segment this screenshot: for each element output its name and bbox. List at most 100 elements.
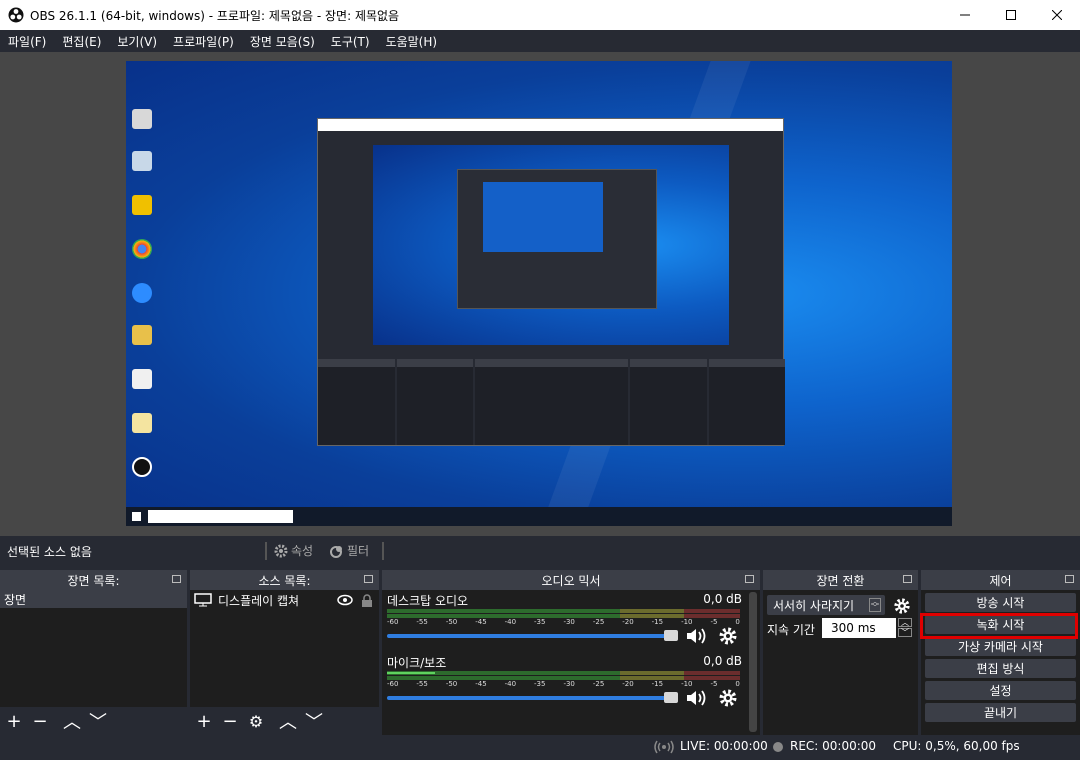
source-item[interactable]: 디스플레이 캡쳐 xyxy=(190,590,379,610)
source-item-label: 디스플레이 캡쳐 xyxy=(218,593,300,608)
start-virtual-camera-button[interactable]: 가상 카메라 시작 xyxy=(925,637,1076,656)
sources-title: 소스 목록: xyxy=(258,573,311,588)
desktop-icon xyxy=(132,109,152,129)
volume-slider[interactable] xyxy=(387,634,672,638)
window-title: OBS 26.1.1 (64-bit, windows) - 프로파일: 제목없… xyxy=(30,8,400,23)
transitions-header: 장면 전환 xyxy=(763,570,918,590)
scale-tick: -45 xyxy=(475,618,487,626)
scale-tick: -30 xyxy=(563,618,575,626)
menu-help[interactable]: 도움말(H) xyxy=(378,33,446,50)
volume-slider[interactable] xyxy=(387,696,672,700)
duration-input[interactable]: 300 ms xyxy=(822,618,896,638)
gear-icon[interactable] xyxy=(718,688,738,708)
undock-icon[interactable] xyxy=(172,575,181,583)
scale-tick: -35 xyxy=(534,680,546,688)
scale-tick: -40 xyxy=(504,680,517,688)
minimize-button[interactable] xyxy=(942,0,988,30)
track-name: 데스크탑 오디오 xyxy=(387,594,469,608)
controls-body: 방송 시작 녹화 시작 가상 카메라 시작 편집 방식 설정 끝내기 xyxy=(921,590,1080,735)
button-label: 가상 카메라 시작 xyxy=(958,640,1043,654)
add-icon[interactable]: + xyxy=(194,711,214,732)
menu-edit[interactable]: 편집(E) xyxy=(54,33,109,50)
scenes-header: 장면 목록: xyxy=(0,570,187,590)
menu-profile[interactable]: 프로파일(P) xyxy=(165,33,242,50)
zoom-icon xyxy=(132,283,152,303)
stepper-down-icon[interactable]: ﹀ xyxy=(898,628,912,637)
button-label: 방송 시작 xyxy=(976,596,1025,610)
scale-tick: -25 xyxy=(592,618,605,626)
gear-icon[interactable]: ⚙ xyxy=(246,712,266,731)
track-db: 0,0 dB xyxy=(703,592,742,606)
volume-icon[interactable] xyxy=(685,688,709,708)
move-up-icon[interactable]: ︿ xyxy=(278,708,298,734)
duration-stepper[interactable]: ︿ ﹀ xyxy=(898,618,912,638)
move-down-icon[interactable]: ﹀ xyxy=(88,708,108,734)
scale-tick: -30 xyxy=(563,680,575,688)
move-up-icon[interactable]: ︿ xyxy=(62,708,82,734)
remove-icon[interactable]: − xyxy=(220,711,240,732)
volume-slider-handle[interactable] xyxy=(664,692,678,703)
gear-icon[interactable] xyxy=(718,626,738,646)
preview-canvas[interactable] xyxy=(126,61,952,526)
undock-icon[interactable] xyxy=(745,575,754,583)
scale-tick: -55 xyxy=(416,618,428,626)
filter-icon xyxy=(330,545,342,558)
volume-meter xyxy=(387,609,740,613)
gear-icon xyxy=(274,544,288,557)
menu-view[interactable]: 보기(V) xyxy=(109,33,165,50)
move-down-icon[interactable]: ﹀ xyxy=(304,708,324,734)
stepper-up-icon[interactable]: ︿ xyxy=(898,618,912,627)
nested-dock xyxy=(708,359,785,445)
studio-mode-button[interactable]: 편집 방식 xyxy=(925,659,1076,678)
settings-button[interactable]: 설정 xyxy=(925,681,1076,700)
scale-tick: -50 xyxy=(445,680,458,688)
exit-button[interactable]: 끝내기 xyxy=(925,703,1076,722)
scene-item[interactable]: 장면 xyxy=(0,590,187,608)
scale-tick: -5 xyxy=(710,618,718,626)
transition-type-label: 서서히 사라지기 xyxy=(773,598,855,613)
controls-title: 제어 xyxy=(989,573,1012,588)
filters-button[interactable]: 필터 xyxy=(330,542,369,559)
transition-select[interactable]: 서서히 사라지기 ︿ ﹀ xyxy=(767,595,885,615)
undock-icon[interactable] xyxy=(1065,575,1074,583)
add-icon[interactable]: + xyxy=(4,711,24,732)
windows-start-icon xyxy=(132,512,141,521)
mixer-header: 오디오 믹서 xyxy=(382,570,760,590)
preview-area xyxy=(0,52,1080,536)
close-button[interactable] xyxy=(1034,0,1080,30)
start-streaming-button[interactable]: 방송 시작 xyxy=(925,593,1076,612)
maximize-icon xyxy=(1006,10,1016,20)
remove-icon[interactable]: − xyxy=(30,711,50,732)
scale-tick: -40 xyxy=(504,618,517,626)
menu-tools[interactable]: 도구(T) xyxy=(323,33,378,50)
undock-icon[interactable] xyxy=(903,575,912,583)
undock-icon[interactable] xyxy=(364,575,373,583)
chrome-icon xyxy=(132,239,152,259)
taskbar-search xyxy=(148,510,293,523)
scale-tick: -25 xyxy=(592,680,605,688)
menu-file[interactable]: 파일(F) xyxy=(0,33,54,50)
title-bar: OBS 26.1.1 (64-bit, windows) - 프로파일: 제목없… xyxy=(0,0,1080,30)
menu-scene-collection[interactable]: 장면 모음(S) xyxy=(242,33,323,50)
close-icon xyxy=(1052,10,1062,20)
duration-value: 300 ms xyxy=(831,621,876,635)
scene-transitions-dock: 장면 전환 서서히 사라지기 ︿ ﹀ 지속 기간 300 ms ︿ ﹀ xyxy=(763,570,918,735)
transitions-title: 장면 전환 xyxy=(816,573,865,588)
eye-icon[interactable] xyxy=(337,594,353,606)
mixer-track-mic-aux: 마이크/보조 0,0 dB -60 -55 -50 -45 -40 -35 -30 -25 -2… xyxy=(382,652,760,714)
obs-logo-icon xyxy=(8,7,24,23)
volume-icon[interactable] xyxy=(685,626,709,646)
track-db: 0,0 dB xyxy=(703,654,742,668)
sources-header: 소스 목록: xyxy=(190,570,379,590)
maximize-button[interactable] xyxy=(988,0,1034,30)
scale-tick: -20 xyxy=(622,618,634,626)
lock-icon[interactable] xyxy=(361,593,373,607)
controls-dock: 제어 방송 시작 녹화 시작 가상 카메라 시작 편집 방식 설정 끝내기 xyxy=(921,570,1080,735)
mixer-scrollbar[interactable] xyxy=(749,592,757,732)
volume-slider-handle[interactable] xyxy=(664,630,678,641)
sources-dock: 소스 목록: 디스플레이 캡쳐 + − ⚙ ︿ ﹀ xyxy=(190,570,379,735)
button-label: 편집 방식 xyxy=(976,662,1025,676)
gear-icon[interactable] xyxy=(893,597,911,615)
properties-button[interactable]: 속성 xyxy=(274,542,313,559)
document-icon xyxy=(132,413,152,433)
